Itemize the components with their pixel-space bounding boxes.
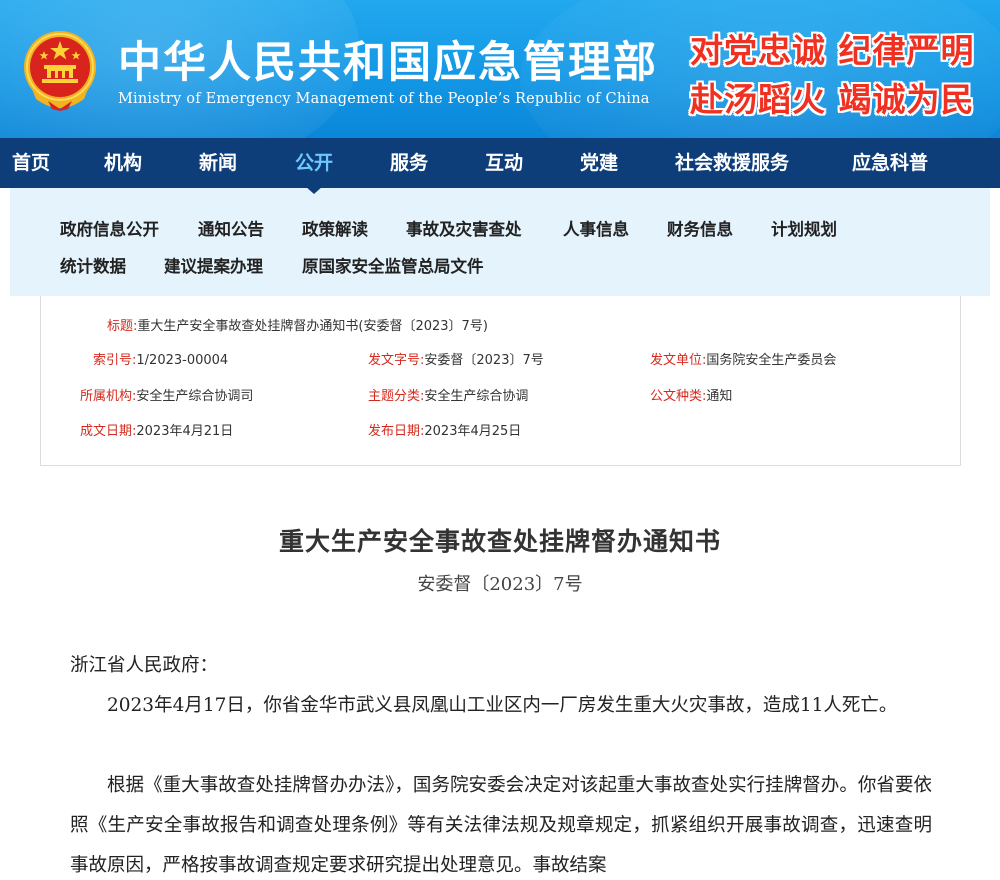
- meta-docno: 发文字号:安委督〔2023〕7号: [368, 353, 544, 368]
- article-paragraph-1: 2023年4月17日，你省金华市武义县凤凰山工业区内一厂房发生重大火灾事故，造成…: [107, 695, 898, 716]
- nav-social-rescue[interactable]: 社会救援服务: [675, 138, 789, 188]
- slogan-line1: 对党忠诚 纪律严明: [690, 31, 975, 70]
- subnav-notices[interactable]: 通知公告: [198, 216, 264, 240]
- nav-interaction[interactable]: 互动: [485, 138, 523, 188]
- meta-agency: 所属机构:安全生产综合协调司: [80, 389, 254, 404]
- meta-created: 成文日期:2023年4月21日: [80, 424, 234, 439]
- nav-news[interactable]: 新闻: [199, 138, 237, 188]
- subnav-policy[interactable]: 政策解读: [302, 216, 368, 240]
- sub-nav: 政府信息公开 通知公告 政策解读 事故及灾害查处 人事信息 财务信息 计划规划 …: [10, 188, 990, 296]
- subnav-proposals[interactable]: 建议提案办理: [164, 253, 263, 277]
- subnav-finance[interactable]: 财务信息: [667, 216, 733, 240]
- nav-home[interactable]: 首页: [12, 138, 50, 188]
- article-paragraph-2: 根据《重大事故查处挂牌督办办法》，国务院安委会决定对该起重大事故查处实行挂牌督办…: [70, 775, 932, 876]
- article-title: 重大生产安全事故查处挂牌督办通知书: [278, 527, 721, 556]
- nav-party[interactable]: 党建: [580, 138, 618, 188]
- article-doc-number: 安委督〔2023〕7号: [417, 574, 583, 595]
- meta-type: 公文种类:通知: [650, 389, 733, 404]
- nav-science[interactable]: 应急科普: [852, 138, 928, 188]
- subnav-legacy-docs[interactable]: 原国家安全监管总局文件: [302, 253, 484, 277]
- site-title[interactable]: 中华人民共和国应急管理部: [118, 28, 658, 90]
- meta-issuer: 发文单位:国务院安全生产委员会: [650, 353, 837, 368]
- subnav-planning[interactable]: 计划规划: [771, 216, 837, 240]
- subnav-accidents[interactable]: 事故及灾害查处: [406, 216, 522, 240]
- article-salutation: 浙江省人民政府：: [70, 655, 219, 676]
- slogan-line2: 赴汤蹈火 竭诚为民: [690, 80, 975, 119]
- site-subtitle: Ministry of Emergency Management of the …: [118, 91, 650, 107]
- meta-index: 索引号:1/2023-00004: [93, 353, 229, 368]
- subnav-personnel[interactable]: 人事信息: [563, 216, 629, 240]
- nav-services[interactable]: 服务: [390, 138, 428, 188]
- nav-organization[interactable]: 机构: [104, 138, 142, 188]
- meta-title: 标题:重大生产安全事故查处挂牌督办通知书(安委督〔2023〕7号): [107, 319, 488, 334]
- main-nav: 首页 机构 新闻 公开 服务 互动 党建 社会救援服务 应急科普: [0, 138, 1000, 188]
- subnav-statistics[interactable]: 统计数据: [60, 253, 126, 277]
- meta-topic: 主题分类:安全生产综合协调: [368, 389, 529, 404]
- national-emblem-icon[interactable]: [22, 27, 98, 111]
- doc-metadata-box: 标题:重大生产安全事故查处挂牌督办通知书(安委督〔2023〕7号) 索引号:1/…: [40, 296, 961, 466]
- subnav-gov-info[interactable]: 政府信息公开: [60, 216, 159, 240]
- meta-published: 发布日期:2023年4月25日: [368, 424, 522, 439]
- nav-open[interactable]: 公开: [295, 138, 333, 188]
- site-header: 中华人民共和国应急管理部 Ministry of Emergency Manag…: [0, 0, 1000, 138]
- active-nav-caret-icon: [305, 186, 323, 194]
